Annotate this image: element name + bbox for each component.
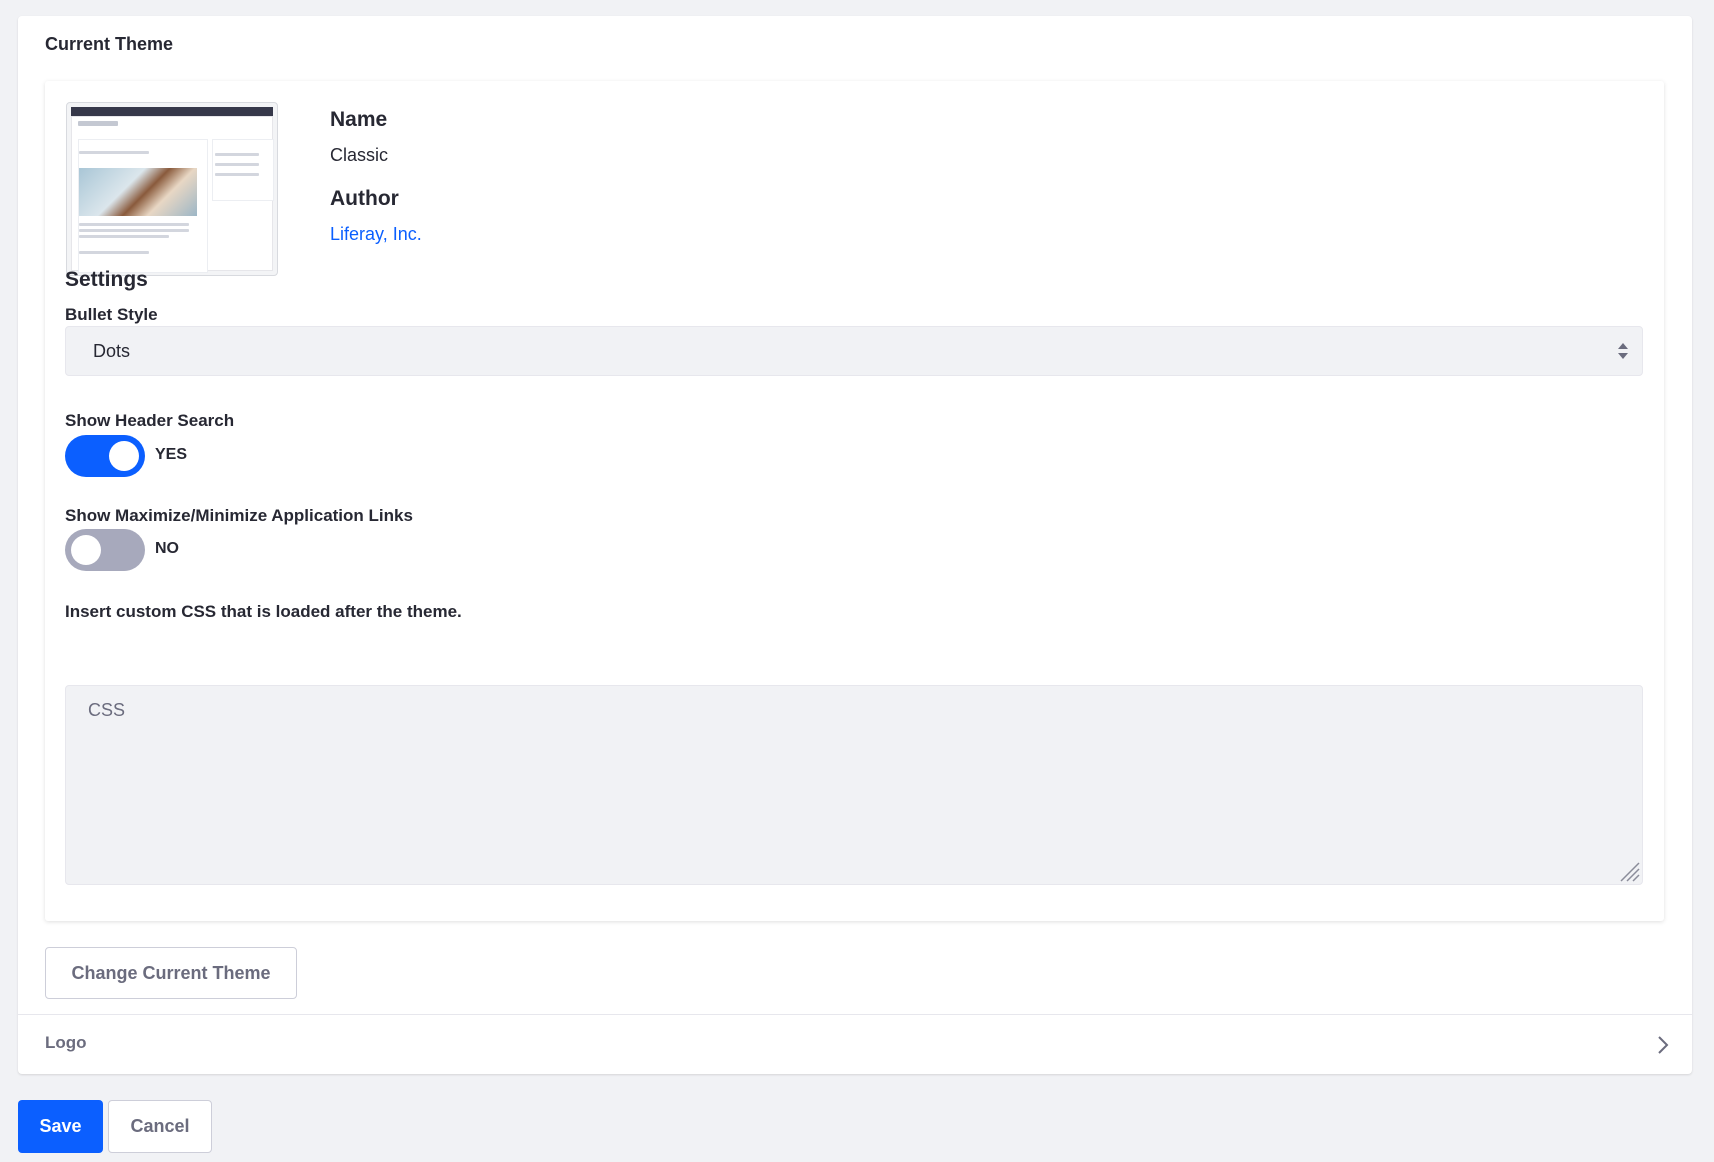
toggle-knob — [71, 535, 101, 565]
bullet-style-value: Dots — [93, 341, 131, 361]
show-header-search-toggle[interactable] — [65, 435, 145, 477]
author-label: Author — [330, 187, 399, 210]
custom-css-textarea[interactable]: CSS — [65, 685, 1643, 885]
toggle-knob — [109, 441, 139, 471]
name-label: Name — [330, 108, 388, 131]
show-maximize-minimize-state: NO — [155, 540, 179, 557]
name-value: Classic — [330, 145, 389, 165]
resize-grip-icon[interactable] — [1618, 860, 1640, 882]
show-maximize-minimize-toggle[interactable] — [65, 529, 145, 571]
logo-label: Logo — [45, 1033, 87, 1052]
logo-section-toggle[interactable]: Logo — [18, 1015, 1692, 1074]
custom-css-placeholder: CSS — [88, 700, 126, 720]
theme-card: Name Classic Author Liferay, Inc. Settin… — [45, 81, 1664, 921]
custom-css-label: Insert custom CSS that is loaded after t… — [65, 602, 462, 621]
show-header-search-state: YES — [155, 446, 188, 463]
save-button[interactable]: Save — [18, 1100, 103, 1153]
change-current-theme-button[interactable]: Change Current Theme — [45, 947, 297, 999]
theme-thumbnail — [66, 102, 278, 276]
show-maximize-minimize-label: Show Maximize/Minimize Application Links — [65, 506, 413, 525]
select-caret-icon — [1618, 343, 1628, 359]
panel-title: Current Theme — [45, 34, 174, 54]
bullet-style-select[interactable]: Dots — [65, 326, 1643, 376]
show-header-search-label: Show Header Search — [65, 411, 235, 430]
theme-panel: Current Theme Name Classic Author Lifera… — [18, 16, 1692, 1074]
chevron-right-icon — [1658, 1036, 1669, 1054]
author-link[interactable]: Liferay, Inc. — [330, 224, 422, 245]
settings-title: Settings — [65, 268, 148, 291]
bullet-style-label: Bullet Style — [65, 305, 158, 324]
cancel-button[interactable]: Cancel — [108, 1100, 212, 1153]
